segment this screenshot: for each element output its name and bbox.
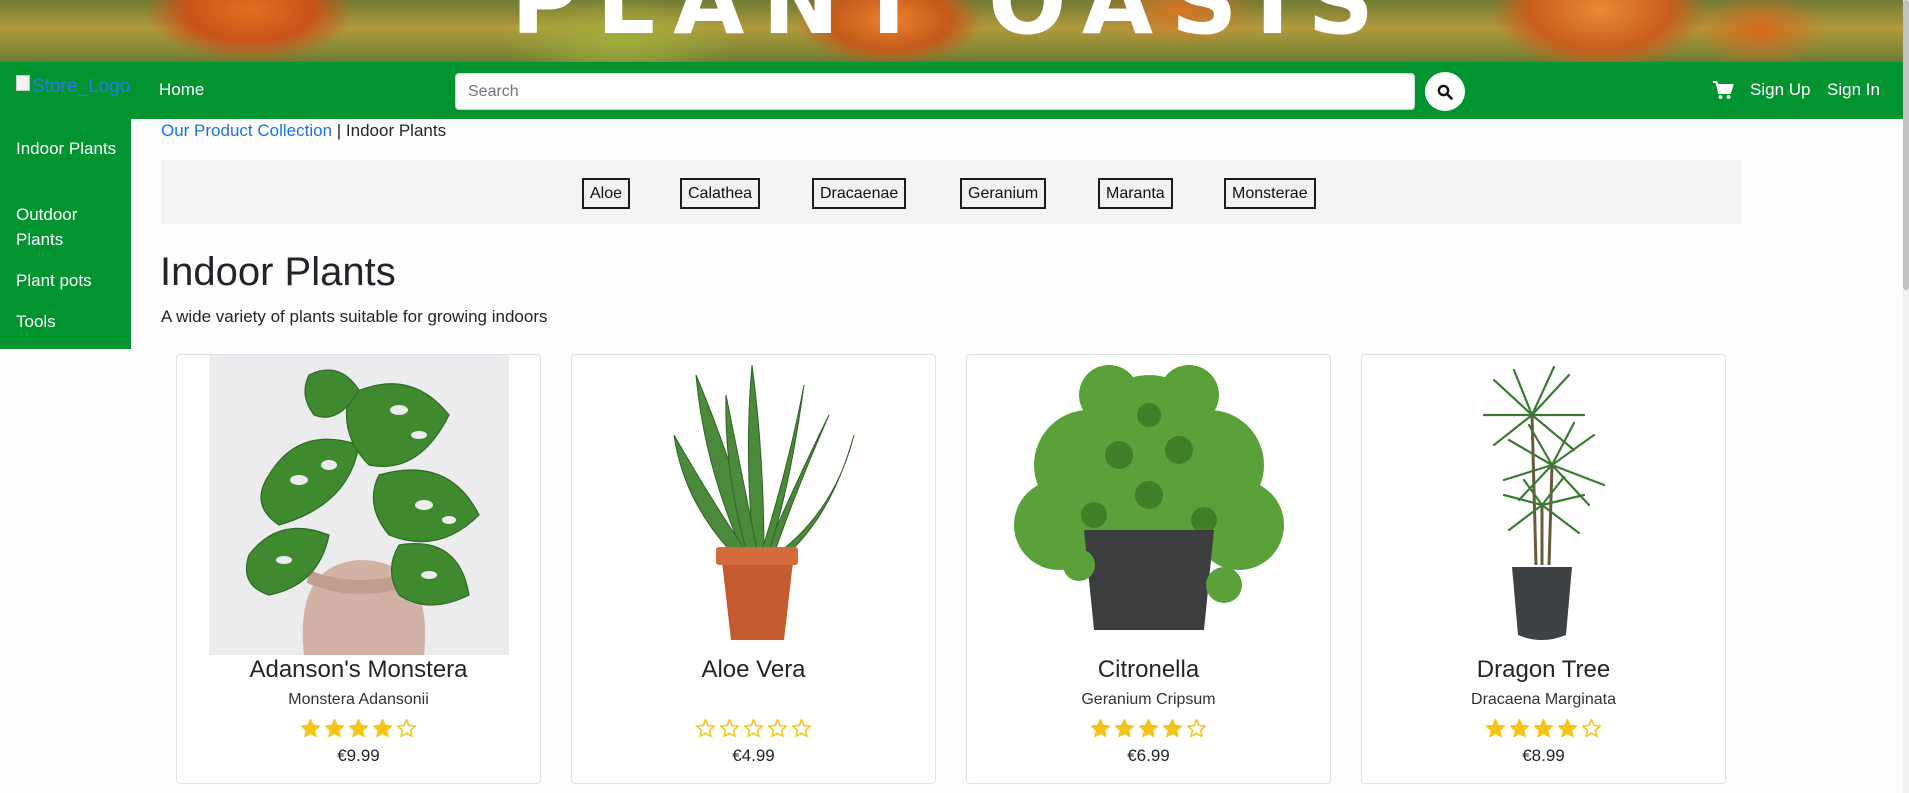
star-filled-icon <box>324 718 345 738</box>
product-rating <box>967 718 1330 739</box>
product-name[interactable]: Aloe Vera <box>572 656 935 684</box>
product-rating <box>572 718 935 739</box>
product-price: €6.99 <box>1127 746 1170 765</box>
sidebar-item-tools[interactable]: Tools <box>16 309 126 334</box>
store-logo-alt-text: Store_Logo <box>32 76 131 97</box>
star-empty-icon <box>1581 718 1602 738</box>
scrollbar-thumb[interactable] <box>1903 0 1909 290</box>
product-name[interactable]: Adanson's Monstera <box>177 656 540 684</box>
star-filled-icon <box>348 718 369 738</box>
filter-monsterae-button[interactable]: Monsterae <box>1224 178 1316 209</box>
filter-geranium-button[interactable]: Geranium <box>960 178 1047 209</box>
breadcrumb-parent-link[interactable]: Our Product Collection <box>161 121 332 140</box>
star-empty-icon <box>1186 718 1207 738</box>
filter-calathea-button[interactable]: Calathea <box>680 178 761 209</box>
product-image-dragon-tree[interactable] <box>1394 355 1694 655</box>
search-input[interactable] <box>455 73 1415 110</box>
cart-icon[interactable] <box>1712 79 1734 101</box>
banner-title: PLANT OASIS <box>511 0 1392 55</box>
product-price: €4.99 <box>732 746 775 765</box>
sign-in-link[interactable]: Sign In <box>1827 80 1880 100</box>
product-name[interactable]: Dragon Tree <box>1362 656 1725 684</box>
subcategory-filter-bar: Aloe Calathea Dracaenae Geranium Maranta… <box>161 160 1741 224</box>
star-filled-icon <box>1114 718 1135 738</box>
product-image-aloe-vera[interactable] <box>604 355 904 655</box>
filter-maranta-button[interactable]: Maranta <box>1098 178 1173 209</box>
star-filled-icon <box>1090 718 1111 738</box>
top-navbar: Store_Logo Home Sign Up Sign In <box>0 62 1903 119</box>
page-subtitle: A wide variety of plants suitable for gr… <box>161 307 548 326</box>
broken-image-icon <box>16 75 30 91</box>
product-card-dragon-tree[interactable]: Dragon Tree Dracaena Marginata €8.99 <box>1361 354 1726 784</box>
star-filled-icon <box>1485 718 1506 738</box>
product-price: €8.99 <box>1522 746 1565 765</box>
breadcrumb: Our Product Collection | Indoor Plants <box>161 121 446 141</box>
star-empty-icon <box>767 718 788 738</box>
star-filled-icon <box>372 718 393 738</box>
product-rating <box>1362 718 1725 739</box>
star-filled-icon <box>1138 718 1159 738</box>
sidebar-item-indoor-plants[interactable]: Indoor Plants <box>16 136 126 161</box>
product-image-monstera[interactable] <box>209 355 509 655</box>
page-scrollbar[interactable] <box>1903 0 1909 793</box>
store-logo[interactable]: Store_Logo <box>16 75 131 98</box>
product-price: €9.99 <box>337 746 380 765</box>
search-button[interactable] <box>1425 72 1465 111</box>
product-species: Monstera Adansonii <box>288 691 429 708</box>
product-image-citronella[interactable] <box>999 355 1299 655</box>
star-empty-icon <box>695 718 716 738</box>
filter-dracaenae-button[interactable]: Dracaenae <box>812 178 907 209</box>
sidebar-item-outdoor-plants[interactable]: Outdoor Plants <box>16 202 126 252</box>
filter-aloe-button[interactable]: Aloe <box>582 178 631 209</box>
product-card-adansons-monstera[interactable]: Adanson's Monstera Monstera Adansonii €9… <box>176 354 541 784</box>
breadcrumb-separator: | <box>332 121 346 140</box>
product-name[interactable]: Citronella <box>967 656 1330 684</box>
category-sidebar: Indoor Plants Outdoor Plants Plant pots … <box>0 119 131 349</box>
breadcrumb-current: Indoor Plants <box>345 121 447 140</box>
product-card-citronella[interactable]: Citronella Geranium Cripsum €6.99 <box>966 354 1331 784</box>
product-card-aloe-vera[interactable]: Aloe Vera €4.99 <box>571 354 936 784</box>
sign-up-link[interactable]: Sign Up <box>1750 80 1810 100</box>
sidebar-item-plant-pots[interactable]: Plant pots <box>16 268 126 293</box>
product-species: Dracaena Marginata <box>1471 691 1616 708</box>
product-species: Geranium Cripsum <box>1081 691 1216 708</box>
star-empty-icon <box>719 718 740 738</box>
star-filled-icon <box>1533 718 1554 738</box>
product-rating <box>177 718 540 739</box>
star-empty-icon <box>396 718 417 738</box>
star-empty-icon <box>743 718 764 738</box>
search-icon <box>1437 84 1453 100</box>
star-empty-icon <box>791 718 812 738</box>
star-filled-icon <box>1162 718 1183 738</box>
page-title: Indoor Plants <box>160 250 396 294</box>
star-filled-icon <box>1509 718 1530 738</box>
star-filled-icon <box>1557 718 1578 738</box>
star-filled-icon <box>300 718 321 738</box>
hero-banner: PLANT OASIS <box>0 0 1903 62</box>
nav-home-link[interactable]: Home <box>159 80 204 100</box>
